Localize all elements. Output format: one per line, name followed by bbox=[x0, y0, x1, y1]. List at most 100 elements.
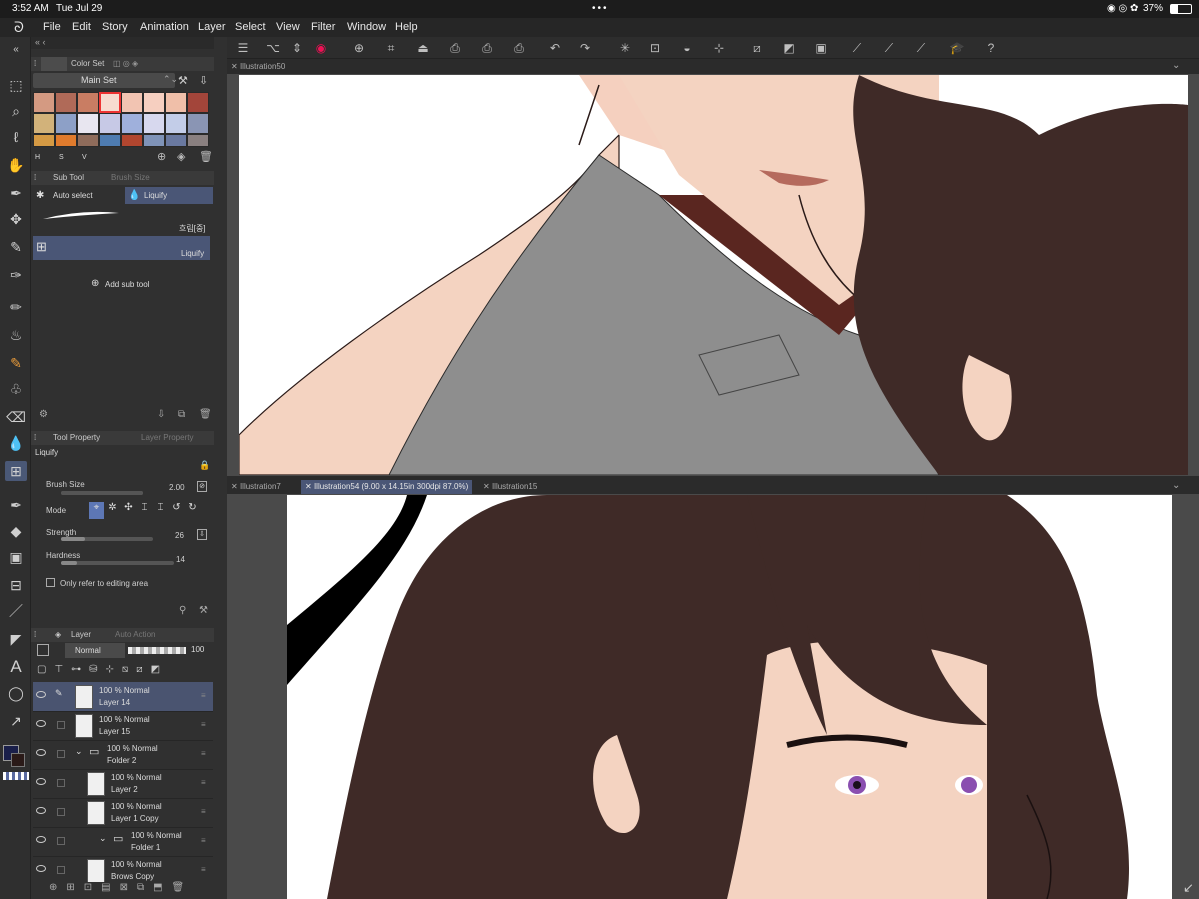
deselect-icon[interactable]: ⧄ bbox=[749, 40, 765, 56]
transform-icon[interactable]: ⊹ bbox=[711, 40, 727, 56]
special-ruler-icon[interactable]: ⟋ bbox=[881, 40, 897, 56]
color-swatch[interactable] bbox=[33, 134, 55, 147]
help-icon[interactable]: ? bbox=[983, 40, 999, 56]
menu-filter[interactable]: Filter bbox=[311, 21, 335, 33]
eye-icon[interactable] bbox=[36, 836, 46, 843]
strength-pressure-icon[interactable]: ⇩ bbox=[197, 529, 207, 540]
colorset-header[interactable]: ⁞ Color Set ◫ ◎ ◈ bbox=[31, 57, 214, 71]
learn-icon[interactable]: 🎓 bbox=[949, 40, 965, 56]
color-swatch[interactable] bbox=[55, 134, 77, 147]
mode-v[interactable]: V bbox=[82, 154, 87, 161]
layer-row[interactable]: 100 % Normal Layer 2 ≡ bbox=[33, 769, 213, 799]
move-tool-icon[interactable]: ✥ bbox=[5, 209, 27, 229]
subtool-delete-icon[interactable]: 🗑 bbox=[199, 409, 212, 420]
layer-check-icon[interactable] bbox=[57, 808, 65, 816]
open-file-icon[interactable]: ⌗ bbox=[383, 40, 399, 56]
color-swatch[interactable] bbox=[99, 92, 121, 113]
liquify-tool-icon[interactable]: ⊞ bbox=[5, 461, 27, 481]
layer-row[interactable]: 100 % Normal Layer 1 Copy ≡ bbox=[33, 798, 213, 828]
color-swatch[interactable] bbox=[99, 134, 121, 147]
app-logo-icon[interactable]: ᘐ bbox=[14, 19, 24, 36]
balloon-tool-icon[interactable]: ◯ bbox=[5, 683, 27, 703]
layer-row[interactable]: ⌄ ▭ 100 % Normal Folder 2 ≡ bbox=[33, 740, 213, 770]
menu-animation[interactable]: Animation bbox=[140, 21, 189, 33]
subtool-copy-icon[interactable]: ⧉ bbox=[178, 409, 185, 420]
canvas-edit-icon[interactable]: ⌥ bbox=[265, 40, 281, 56]
color-swatch[interactable] bbox=[165, 113, 187, 134]
ruler-tool-icon[interactable]: ／ bbox=[5, 601, 27, 621]
figure-tool-icon[interactable]: ◤ bbox=[5, 629, 27, 649]
select-layer-tool-icon[interactable]: ⬚ bbox=[5, 75, 27, 95]
color-swatch[interactable] bbox=[77, 92, 99, 113]
mode-pinch-icon[interactable]: ✣ bbox=[121, 502, 136, 519]
color-swatch[interactable] bbox=[33, 113, 55, 134]
text-tool-icon[interactable]: A bbox=[5, 657, 27, 677]
menu-hamburger-icon[interactable]: ☰ bbox=[235, 40, 251, 56]
brush-size-tab[interactable]: Brush Size bbox=[111, 173, 150, 182]
brush-size-value[interactable]: 2.00 bbox=[169, 483, 185, 492]
menu-file[interactable]: File bbox=[43, 21, 61, 33]
opacity-slider[interactable] bbox=[128, 647, 186, 654]
tab-illustration54[interactable]: ✕ Illustration54 (9.00 x 14.15in 300dpi … bbox=[301, 480, 473, 494]
eye-icon[interactable] bbox=[36, 778, 46, 785]
colorset-replace-icon[interactable]: ◈ bbox=[177, 150, 185, 163]
brush-tool-icon[interactable]: ♧ bbox=[5, 379, 27, 399]
toolprop-settings-icon[interactable]: ⚒ bbox=[199, 605, 208, 616]
layer-property-tab[interactable]: Layer Property bbox=[141, 433, 193, 442]
eye-icon[interactable] bbox=[36, 691, 46, 698]
collapse-icon[interactable]: « bbox=[5, 39, 27, 59]
subtool-header[interactable]: ⁞ Sub Tool Brush Size bbox=[31, 171, 214, 185]
transparent-color-icon[interactable] bbox=[3, 772, 29, 780]
airbrush-tool-icon[interactable]: ♨ bbox=[5, 325, 27, 345]
layer-check-icon[interactable] bbox=[57, 779, 65, 787]
layer-drag-handle-icon[interactable]: ≡ bbox=[201, 807, 206, 816]
color-swatch[interactable] bbox=[165, 92, 187, 113]
export-ipad-icon[interactable]: ⎙ bbox=[511, 40, 527, 56]
canvas-bottom[interactable] bbox=[287, 495, 1172, 899]
tab-illustration15[interactable]: ✕ Illustration15 bbox=[479, 480, 541, 494]
toolprop-reset-icon[interactable]: ⚲ bbox=[179, 605, 186, 616]
canvas-top[interactable] bbox=[239, 75, 1188, 475]
layer-bottom-icons[interactable]: ⊕⊞⊡▤⊠⧉⬒🗑 bbox=[49, 882, 209, 896]
ruler-snap-icon[interactable]: ⟋ bbox=[849, 40, 865, 56]
layer-row[interactable]: ⌄ ▭ 100 % Normal Folder 1 ≡ bbox=[33, 827, 213, 857]
colorset-delete-icon[interactable]: 🗑 bbox=[199, 150, 213, 163]
save-icon[interactable]: ⏏ bbox=[415, 40, 431, 56]
blend-tool-icon[interactable]: 💧 bbox=[5, 433, 27, 453]
layer-toolbar-icons[interactable]: ▢⊤⊶⛁⊹⧅⧄◩ bbox=[37, 664, 215, 678]
color-swatch[interactable] bbox=[121, 134, 143, 147]
subtool-liquify[interactable]: 💧 Liquify bbox=[125, 187, 213, 204]
layer-drag-handle-icon[interactable]: ≡ bbox=[201, 691, 206, 700]
fill-icon[interactable]: ◒ bbox=[679, 40, 695, 56]
export-png-icon[interactable]: ⎙ bbox=[479, 40, 495, 56]
color-swatch[interactable] bbox=[77, 134, 99, 147]
subtool-settings-icon[interactable]: ⚙ bbox=[39, 409, 48, 420]
color-swatch[interactable] bbox=[187, 92, 209, 113]
pen-tool-icon[interactable]: ✒ bbox=[5, 183, 27, 203]
layer-drag-handle-icon[interactable]: ≡ bbox=[201, 720, 206, 729]
pen-nib-tool-icon[interactable]: ✑ bbox=[5, 265, 27, 285]
selection-icon[interactable]: ▣ bbox=[813, 40, 829, 56]
lasso-tool-icon[interactable]: ℓ bbox=[5, 127, 27, 147]
colorset-dropdown[interactable]: Main Set ⌃⌄ bbox=[33, 73, 178, 88]
color-swatch[interactable] bbox=[187, 134, 209, 147]
correct-line-tool-icon[interactable]: ↗ bbox=[5, 711, 27, 731]
menu-edit[interactable]: Edit bbox=[72, 21, 91, 33]
tab-illustration50[interactable]: ✕ Illustration50 bbox=[227, 60, 289, 74]
layer-check-icon[interactable] bbox=[57, 837, 65, 845]
eye-icon[interactable] bbox=[36, 807, 46, 814]
layer-check-icon[interactable] bbox=[57, 750, 65, 758]
colorset-settings-icon[interactable]: ⚒ bbox=[178, 74, 188, 87]
redo-icon[interactable]: ↷ bbox=[577, 40, 593, 56]
mode-s[interactable]: S bbox=[59, 154, 64, 161]
only-ref-checkbox[interactable] bbox=[46, 578, 55, 587]
layer-drag-handle-icon[interactable]: ≡ bbox=[201, 865, 206, 874]
color-swatch[interactable] bbox=[143, 134, 165, 147]
menu-window[interactable]: Window bbox=[347, 21, 386, 33]
layer-header[interactable]: ⁞ ◈ Layer Auto Action bbox=[31, 628, 214, 642]
mode-twist-right-icon[interactable]: ↻ bbox=[185, 502, 200, 519]
menu-story[interactable]: Story bbox=[102, 21, 128, 33]
layer-check-icon[interactable] bbox=[57, 721, 65, 729]
menu-help[interactable]: Help bbox=[395, 21, 418, 33]
layer-type-icon[interactable] bbox=[37, 644, 49, 656]
